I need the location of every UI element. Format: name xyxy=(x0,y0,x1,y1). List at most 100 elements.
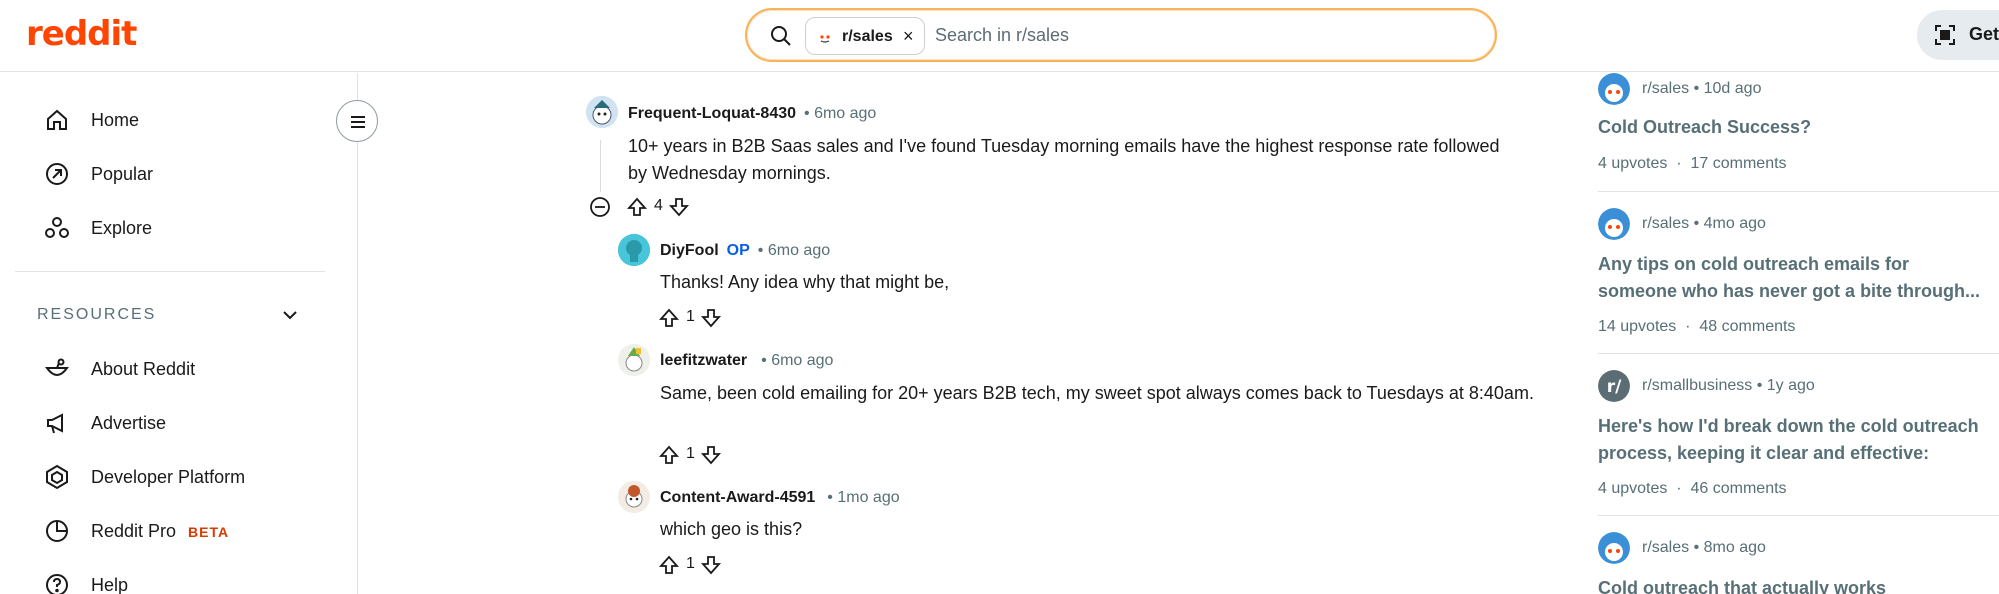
upvote-icon[interactable] xyxy=(658,307,680,329)
close-icon[interactable]: × xyxy=(903,26,914,47)
sidebar-item-explore[interactable]: Explore xyxy=(44,208,324,248)
vote-count: 1 xyxy=(686,308,695,325)
related-post[interactable]: r/ r/smallbusiness • 1y ago Here's how I… xyxy=(1598,370,1999,500)
subreddit-name[interactable]: r/sales xyxy=(1642,215,1689,232)
smallbusiness-subreddit-icon: r/ xyxy=(1598,370,1630,402)
downvote-icon[interactable] xyxy=(668,196,690,218)
post-title[interactable]: Cold outreach that actually works xyxy=(1598,575,1886,594)
sales-subreddit-icon xyxy=(818,31,832,45)
megaphone-icon xyxy=(47,413,63,434)
downvote-icon[interactable] xyxy=(700,554,722,576)
comment-body: Same, been cold emailing for 20+ years B… xyxy=(660,383,1534,403)
chevron-down-icon[interactable] xyxy=(278,303,302,327)
post-title-line[interactable]: Any tips on cold outreach emails for xyxy=(1598,251,1909,278)
downvote-icon[interactable] xyxy=(700,444,722,466)
search-icon xyxy=(771,26,791,46)
time-value: 6mo ago xyxy=(814,105,877,122)
svg-text:r/: r/ xyxy=(1607,377,1622,397)
author-name[interactable]: DiyFool xyxy=(660,242,719,259)
search-bar[interactable]: r/sales × xyxy=(745,8,1497,62)
vote-controls: 1 xyxy=(658,305,738,331)
subreddit-name[interactable]: r/sales xyxy=(1642,539,1689,556)
comment-time: • 6mo ago xyxy=(804,105,877,122)
avatar[interactable] xyxy=(586,96,618,128)
sidebar-item-popular[interactable]: Popular xyxy=(44,154,324,194)
author-name[interactable]: leefitzwater xyxy=(660,352,747,369)
comment-author: Content-Award-4591 • 1mo ago xyxy=(660,489,900,507)
subreddit-name[interactable]: r/sales xyxy=(1642,80,1689,97)
related-post[interactable]: r/sales • 4mo ago Any tips on cold outre… xyxy=(1598,208,1999,338)
reddit-pro-label: Reddit Pro xyxy=(91,521,177,541)
sidebar-item-label: Developer Platform xyxy=(91,467,246,487)
comment-time: • 6mo ago xyxy=(757,242,831,259)
vote-count: 1 xyxy=(686,555,695,572)
subreddit-name[interactable]: r/smallbusiness xyxy=(1642,377,1752,394)
post-title[interactable]: Cold Outreach Success? xyxy=(1598,114,1811,141)
top-header: reddit r/sales × Get xyxy=(0,0,1999,72)
post-time: 10d ago xyxy=(1703,80,1762,97)
time-value: 6mo ago xyxy=(767,242,831,259)
related-post[interactable]: r/sales • 8mo ago Cold outreach that act… xyxy=(1598,532,1999,594)
op-badge: OP xyxy=(726,242,750,259)
reddit-logo[interactable]: reddit xyxy=(26,14,137,54)
subreddit-filter-chip[interactable]: r/sales × xyxy=(805,17,925,55)
related-post[interactable]: r/sales • 10d ago Cold Outreach Success?… xyxy=(1598,73,1999,183)
avatar[interactable] xyxy=(618,344,650,376)
thread-line[interactable] xyxy=(600,140,601,192)
sidebar-divider xyxy=(15,271,325,272)
post-time: 4mo ago xyxy=(1703,215,1766,232)
qr-code-icon xyxy=(1935,25,1955,45)
vote-count: 4 xyxy=(654,197,663,214)
upvote-count: 4 upvotes xyxy=(1598,155,1668,172)
comment-body: Thanks! Any idea why that might be, xyxy=(660,272,950,292)
snoo-avatar-icon xyxy=(618,481,650,513)
comment-count: 46 comments xyxy=(1690,480,1787,497)
post-meta: r/sales • 8mo ago xyxy=(1642,539,1766,556)
sales-subreddit-icon xyxy=(1598,532,1630,564)
post-title-line[interactable]: process, keeping it clear and effective: xyxy=(1598,440,1929,467)
snoo-avatar-icon xyxy=(586,96,618,128)
sidebar-item-label: Popular xyxy=(91,164,154,184)
sales-subreddit-icon xyxy=(1598,208,1630,240)
sidebar-item-advertise[interactable]: Advertise xyxy=(44,403,324,443)
sidebar-item-help[interactable]: Help xyxy=(44,565,324,594)
vote-count: 1 xyxy=(686,445,695,462)
get-app-button[interactable]: Get xyxy=(1917,10,1999,60)
comment-count: 48 comments xyxy=(1699,318,1796,335)
sidebar-item-label: Advertise xyxy=(91,413,167,433)
post-stats: 14 upvotes · 48 comments xyxy=(1598,318,1796,335)
sidebar-item-label: Reddit Pro BETA xyxy=(91,521,229,542)
author-name[interactable]: Content-Award-4591 xyxy=(660,489,815,506)
vote-controls: 1 xyxy=(658,442,738,468)
downvote-icon[interactable] xyxy=(700,307,722,329)
upvote-icon[interactable] xyxy=(658,444,680,466)
post-stats: 4 upvotes · 46 comments xyxy=(1598,480,1787,497)
about-icon xyxy=(45,358,69,376)
collapse-thread-icon[interactable] xyxy=(589,196,611,218)
post-title-line[interactable]: someone who has never got a bite through… xyxy=(1598,278,1980,305)
help-icon xyxy=(46,574,68,594)
upvote-count: 14 upvotes xyxy=(1598,318,1677,335)
resources-heading[interactable]: RESOURCES xyxy=(37,306,156,324)
sidebar-item-developer-platform[interactable]: Developer Platform xyxy=(44,457,324,497)
chip-label: r/sales xyxy=(842,28,893,45)
sidebar-item-home[interactable]: Home xyxy=(44,100,324,140)
left-sidebar: Home Popular Explore RESOURCES About Red… xyxy=(0,73,358,594)
avatar[interactable] xyxy=(618,234,650,266)
related-divider xyxy=(1598,191,1999,192)
author-name[interactable]: Frequent-Loquat-8430 xyxy=(628,105,796,122)
popular-icon xyxy=(46,163,68,185)
avatar[interactable] xyxy=(618,481,650,513)
sidebar-item-about-reddit[interactable]: About Reddit xyxy=(44,349,324,389)
menu-icon xyxy=(351,116,365,128)
home-icon xyxy=(47,109,67,130)
upvote-icon[interactable] xyxy=(626,196,648,218)
sidebar-item-reddit-pro[interactable]: Reddit Pro BETA xyxy=(44,511,324,551)
search-input[interactable] xyxy=(935,20,1455,50)
post-time: 8mo ago xyxy=(1703,539,1766,556)
upvote-icon[interactable] xyxy=(658,554,680,576)
post-title-line[interactable]: Here's how I'd break down the cold outre… xyxy=(1598,413,1979,440)
sidebar-item-label: About Reddit xyxy=(91,359,196,379)
collapse-sidebar-button[interactable] xyxy=(336,100,378,142)
explore-icon xyxy=(45,217,69,238)
